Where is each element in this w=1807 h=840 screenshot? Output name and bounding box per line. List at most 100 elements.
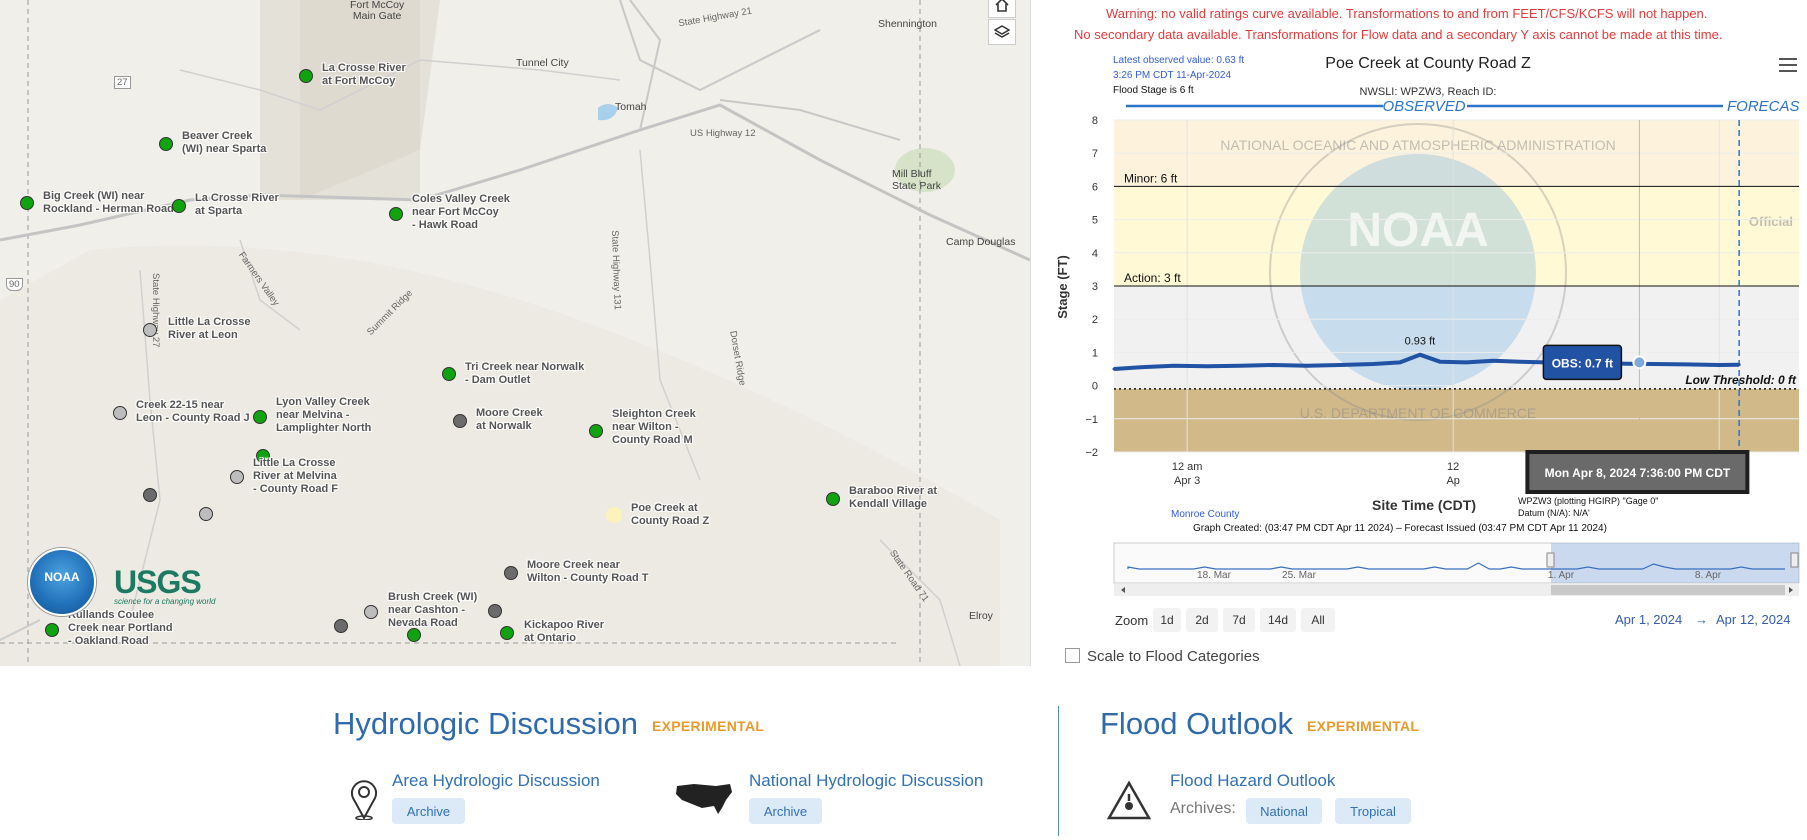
gauge-lacrosse-fortmccoy[interactable]: [299, 69, 313, 83]
gauge-unnamed-gray-1[interactable]: [199, 507, 213, 521]
road-shield-90: 90: [6, 278, 23, 291]
gauge-little-lacrosse-melvina[interactable]: [230, 470, 244, 484]
observed-label: OBSERVED: [1382, 98, 1465, 115]
x-tick-label-1: Ap: [1446, 475, 1459, 487]
gauge-label-creek22: Creek 22-15 near Leon - County Road J: [136, 399, 250, 424]
gauge-lyon-valley[interactable]: [253, 410, 267, 424]
zoom-1d-button[interactable]: 1d: [1153, 608, 1181, 632]
navigator[interactable]: 18. Mar 25. Mar 1. Apr 8. Apr: [1113, 542, 1800, 596]
zoom-14d-button[interactable]: 14d: [1260, 608, 1296, 632]
gauge-label-tri-creek: Tri Creek near Norwalk - Dam Outlet: [465, 361, 585, 386]
observed-point-21: [1717, 363, 1721, 367]
gauge-brush-creek[interactable]: [364, 605, 378, 619]
observed-point-6: [1305, 364, 1309, 368]
gauge-baraboo[interactable]: [826, 492, 840, 506]
usgs-logo: USGS science for a changing world: [114, 564, 215, 606]
gauge-brush-creek-2[interactable]: [407, 628, 421, 642]
area-archive-button[interactable]: Archive: [392, 798, 465, 824]
watermark-ring-top: NATIONAL OCEANIC AND ATMOSPHERIC ADMINIS…: [1220, 137, 1615, 153]
scale-flood-checkbox[interactable]: [1065, 648, 1080, 663]
gauge-little-lacrosse-leon[interactable]: [143, 323, 157, 337]
gauge-rullands[interactable]: [45, 623, 59, 637]
observed-point-9: [1398, 360, 1402, 364]
area-hydro-link[interactable]: Area Hydrologic Discussion: [392, 771, 600, 791]
y-tick-label: 7: [1092, 148, 1098, 160]
y-tick-label: 3: [1092, 281, 1098, 293]
gauge-label-moore-norwalk: Moore Creek at Norwalk: [476, 407, 543, 432]
y-tick-label: −2: [1085, 447, 1098, 459]
gauge-label-kickapoo: Kickapoo River at Ontario: [524, 619, 605, 644]
chart-menu-icon[interactable]: [1779, 58, 1797, 72]
observed-point-13: [1491, 359, 1495, 363]
observed-point-4: [1238, 364, 1242, 368]
flood-title: Flood Outlook: [1100, 706, 1293, 741]
archive-tropical-button[interactable]: Tropical: [1335, 798, 1411, 824]
threshold-label-0: Minor: 6 ft: [1124, 171, 1178, 185]
hydrograph-chart: NOAA NATIONAL OCEANIC AND ATMOSPHERIC ADM…: [1055, 55, 1800, 596]
gauge-beaver-creek[interactable]: [159, 137, 173, 151]
home-icon: [995, 0, 1009, 12]
place-tunnel-city: Tunnel City: [516, 57, 569, 69]
gauge-lacrosse-sparta[interactable]: [172, 199, 186, 213]
y-tick-label: 2: [1092, 314, 1098, 326]
range-from[interactable]: Apr 1, 2024: [1615, 612, 1682, 627]
observed-point-20: [1684, 362, 1688, 366]
peak-label: 0.93 ft: [1405, 336, 1436, 348]
national-archive-button[interactable]: Archive: [749, 798, 822, 824]
national-hydro-link[interactable]: National Hydrologic Discussion: [749, 771, 983, 791]
gauge-sleighton[interactable]: [589, 424, 603, 438]
gauge-label-poe-creek: Poe Creek at County Road Z: [631, 502, 710, 527]
gauge-creek22[interactable]: [113, 406, 127, 420]
road-us12: US Highway 12: [690, 128, 756, 139]
forecast-label: FORECAS: [1727, 98, 1800, 115]
observed-point-19: [1651, 362, 1655, 366]
place-shennington: Shennington: [878, 18, 937, 30]
gauge-unnamed-dark-2[interactable]: [488, 604, 502, 618]
gauge-label-lyon-valley: Lyon Valley Creek near Melvina - Lamplig…: [276, 396, 372, 434]
official-stamp: Official: [1749, 214, 1793, 229]
map-panel[interactable]: Fort McCoy Main Gate Shennington Tunnel …: [0, 0, 1030, 666]
y-tick-label: 6: [1092, 181, 1098, 193]
gauge-unnamed-dark-1[interactable]: [143, 488, 157, 502]
gauge-kickapoo[interactable]: [500, 626, 514, 640]
gauge-label-lacrosse-sparta: La Crosse River at Sparta: [195, 192, 279, 217]
archive-national-button[interactable]: National: [1246, 798, 1322, 824]
latest-time: 3:26 PM CDT 11-Apr-2024: [1113, 70, 1231, 81]
zoom-all-button[interactable]: All: [1301, 608, 1335, 632]
county-label: Monroe County: [1171, 509, 1239, 520]
datum-note: Datum (N/A): N/A': [1518, 508, 1590, 518]
gauge-label-sleighton: Sleighton Creek near Wilton - County Roa…: [612, 408, 696, 446]
gauge-moore-wilton[interactable]: [504, 566, 518, 580]
gauge-label-moore-wilton: Moore Creek near Wilton - County Road T: [527, 559, 649, 584]
bottom-section: Hydrologic Discussion EXPERIMENTAL Area …: [0, 666, 1807, 840]
zoom-7d-button[interactable]: 7d: [1223, 608, 1255, 632]
zoom-label: Zoom: [1115, 613, 1149, 628]
created-note: Graph Created: (03:47 PM CDT Apr 11 2024…: [1193, 523, 1607, 534]
hover-marker: [1632, 355, 1647, 370]
y-tick-label: 5: [1092, 215, 1098, 227]
range-to[interactable]: Apr 12, 2024: [1716, 612, 1790, 627]
gauge-big-creek[interactable]: [20, 196, 34, 210]
gauge-label-baraboo: Baraboo River at Kendall Village: [849, 485, 938, 510]
zoom-2d-button[interactable]: 2d: [1186, 608, 1218, 632]
observed-point-7: [1338, 363, 1342, 367]
navigator-scroll-thumb: [1551, 585, 1785, 595]
gauge-moore-norwalk[interactable]: [453, 414, 467, 428]
gauge-label-big-creek: Big Creek (WI) near Rockland - Herman Ro…: [43, 190, 174, 215]
layers-button[interactable]: [988, 19, 1016, 45]
gauge-poe-creek[interactable]: [606, 507, 622, 523]
hazard-warning-icon: [1106, 780, 1152, 820]
gauge-unnamed-dark-3[interactable]: [334, 619, 348, 633]
gauge-coles-valley[interactable]: [389, 207, 403, 221]
gauge-tri-creek[interactable]: [442, 367, 456, 381]
latest-observed: Latest observed value: 0.63 ft: [1113, 55, 1244, 66]
flood-hazard-link[interactable]: Flood Hazard Outlook: [1170, 771, 1335, 791]
flood-stage-note: Flood Stage is 6 ft: [1113, 85, 1194, 96]
home-button[interactable]: [988, 0, 1016, 18]
section-divider: [1058, 706, 1059, 836]
observed-point-8: [1371, 362, 1375, 366]
noaa-logo: NOAA: [28, 548, 96, 616]
gauge-label-rullands: Rullands Coulee Creek near Portland - Oa…: [68, 609, 173, 647]
y-tick-label: 4: [1092, 248, 1098, 260]
x-tick-label-0: Apr 3: [1174, 475, 1200, 487]
